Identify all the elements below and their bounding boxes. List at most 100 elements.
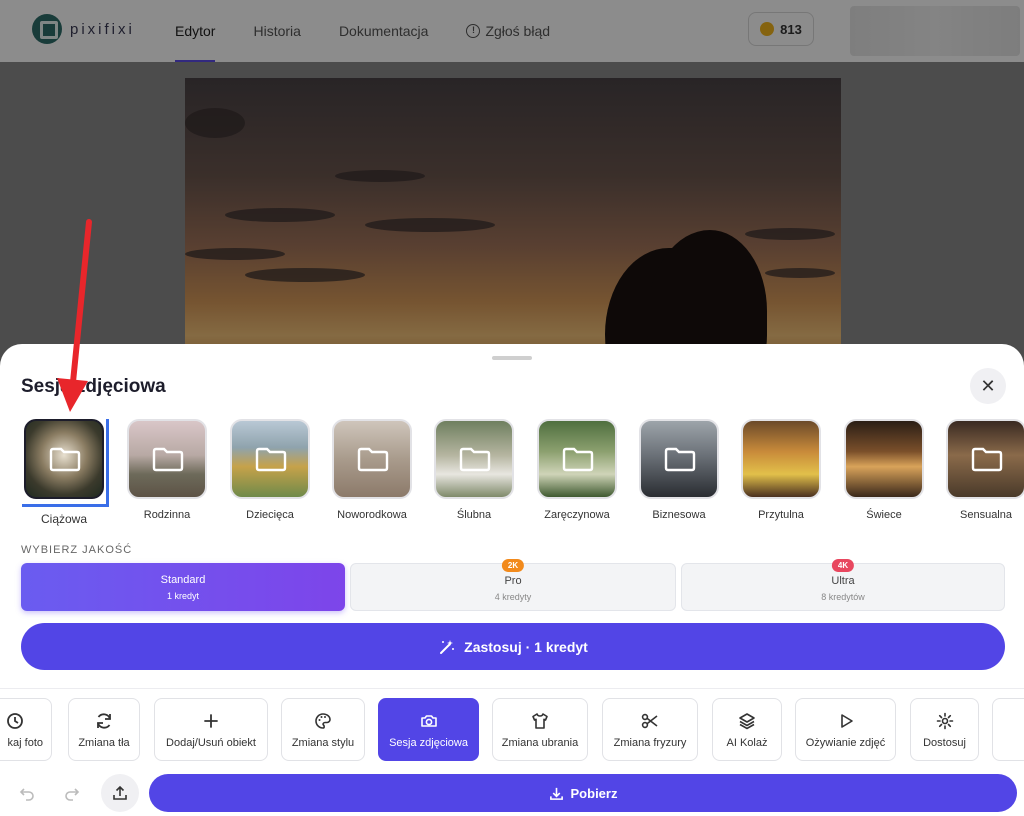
category-slubna[interactable]: Ślubna [434,419,514,521]
tool-label: Ożywianie zdjęć [805,737,886,749]
tool-label: kaj foto [7,737,43,749]
category-thumbnail [230,419,310,499]
tool-button-more[interactable] [992,698,1024,761]
category-dziecieca[interactable]: Dziecięca [230,419,310,521]
undo-button[interactable] [8,774,46,812]
category-thumbnail [434,419,514,499]
download-icon [549,787,563,800]
tool-button-animate[interactable]: Ożywianie zdjęć [795,698,896,761]
category-label: Zaręczynowa [544,509,610,521]
scissors-icon [641,713,658,729]
tool-button-background[interactable]: Zmiana tła [68,698,140,761]
close-icon: ✕ [980,375,996,396]
category-thumbnail [844,419,924,499]
category-rodzinna[interactable]: Rodzinna [127,419,207,521]
plus-icon [204,714,218,728]
camera-icon [420,715,437,727]
folder-icon [664,447,696,472]
category-label: Biznesowa [652,509,706,521]
download-button[interactable]: Pobierz [149,774,1017,812]
category-thumbnail [741,419,821,499]
folder-icon [971,447,1003,472]
folder-icon [152,447,184,472]
redo-button[interactable] [53,774,91,812]
tool-button-clothes[interactable]: Zmiana ubrania [492,698,588,761]
close-button[interactable]: ✕ [970,368,1006,404]
category-label: Sensualna [960,509,1012,521]
category-label: Rodzinna [143,509,191,521]
redo-icon [65,788,80,801]
undo-icon [19,788,34,801]
history-icon [7,713,23,729]
section-divider [0,688,1024,689]
tool-label: Zmiana tła [78,737,130,749]
gear-icon [936,712,953,730]
quality-cost: 8 kredytów [821,592,865,602]
tool-button-history[interactable]: kaj foto [0,698,52,761]
folder-icon [49,447,81,472]
category-swiece[interactable]: Świece [844,419,924,521]
tool-button-photo-session[interactable]: Sesja zdjęciowa [378,698,479,761]
category-ciazowa[interactable]: Ciążowa [24,419,104,526]
tool-label: Dodaj/Usuń obiekt [166,737,256,749]
category-zareczynowa[interactable]: Zaręczynowa [537,419,617,521]
tool-bar: kaj foto Zmiana tła Dodaj/Usuń obiekt Zm… [0,698,1024,761]
category-thumbnail [24,419,104,499]
quality-name: Standard [160,574,206,586]
category-thumbnail [332,419,412,499]
quality-name: Pro [504,575,522,587]
session-categories: Ciążowa Rodzinna Dziecięca Noworodkowa Ś… [0,419,1024,531]
apply-label: Zastosuj · 1 kredyt [464,638,588,655]
category-thumbnail [946,419,1024,499]
category-label: Dziecięca [246,509,294,521]
folder-icon [357,447,389,472]
magic-wand-icon [440,639,455,654]
folder-icon [459,447,491,472]
quality-section-label: WYBIERZ JAKOŚĆ [21,544,133,556]
tool-button-collage[interactable]: AI Kolaż [712,698,782,761]
quality-standard-button[interactable]: Standard 1 kredyt [21,563,345,611]
shirt-icon [532,713,548,729]
tool-label: Sesja zdjęciowa [389,737,468,749]
tool-label: Dostosuj [923,737,966,749]
tool-button-style[interactable]: Zmiana stylu [281,698,365,761]
folder-icon [255,447,287,472]
tool-label: Zmiana ubrania [501,737,579,749]
quality-name: Ultra [831,575,855,587]
quality-ultra-button[interactable]: 4K Ultra 8 kredytów [681,559,1005,611]
selection-indicator-bottom [22,504,109,507]
category-sensualna[interactable]: Sensualna [946,419,1024,521]
quality-cost: 4 kredyty [494,592,532,602]
quality-badge-2k: 2K [501,559,525,572]
tool-button-hairstyle[interactable]: Zmiana fryzury [602,698,698,761]
selection-indicator-right [106,419,109,507]
category-thumbnail [639,419,719,499]
category-noworodkowa[interactable]: Noworodkowa [332,419,412,521]
tool-button-adjust[interactable]: Dostosuj [910,698,979,761]
category-thumbnail [127,419,207,499]
category-label: Ciążowa [40,512,88,526]
tool-label: Zmiana stylu [291,737,355,749]
upload-button[interactable] [101,774,139,812]
category-label: Świece [866,509,902,521]
layers-icon [739,713,755,730]
quality-pro-button[interactable]: 2K Pro 4 kredyty [350,559,676,611]
palette-icon [315,713,331,729]
folder-icon [562,447,594,472]
category-przytulna[interactable]: Przytulna [741,419,821,521]
category-label: Noworodkowa [337,509,407,521]
category-label: Przytulna [758,509,804,521]
download-label: Pobierz [570,785,618,801]
category-thumbnail [537,419,617,499]
refresh-icon [97,713,111,729]
play-icon [840,714,853,728]
quality-badge-4k: 4K [831,559,855,572]
quality-cost: 1 kredyt [166,591,199,601]
tool-label: AI Kolaż [726,737,768,749]
sheet-title: Sesja zdjęciowa [21,376,166,397]
tool-button-add-remove[interactable]: Dodaj/Usuń obiekt [154,698,268,761]
category-biznesowa[interactable]: Biznesowa [639,419,719,521]
sheet-drag-handle[interactable] [492,356,532,360]
apply-button[interactable]: Zastosuj · 1 kredyt [21,623,1005,670]
category-label: Ślubna [456,509,492,521]
